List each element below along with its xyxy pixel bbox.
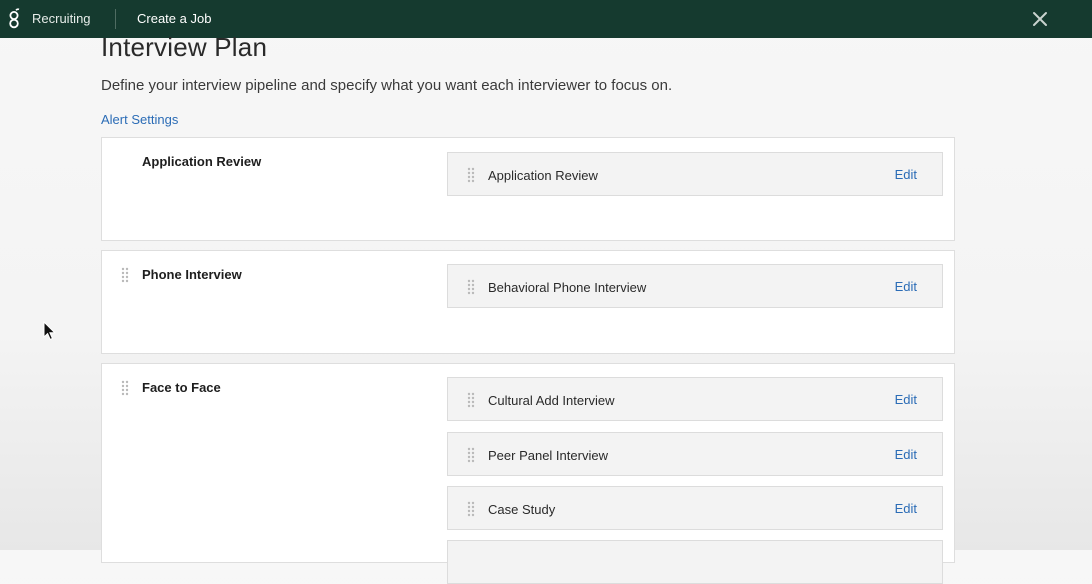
greenhouse-logo-icon[interactable] — [7, 7, 21, 29]
interview-item: Cultural Add Interview Edit — [447, 377, 943, 421]
drag-handle-icon[interactable] — [467, 392, 475, 408]
stage-name: Face to Face — [142, 380, 221, 395]
stage-application-review: Application Review Application Review Ed… — [101, 137, 955, 241]
topbar-divider — [115, 9, 116, 29]
edit-button[interactable]: Edit — [895, 392, 917, 407]
mouse-pointer-icon — [43, 321, 57, 341]
edit-button[interactable]: Edit — [895, 501, 917, 516]
interview-name: Application Review — [488, 168, 598, 183]
edit-button[interactable]: Edit — [895, 167, 917, 182]
page-subtitle: Define your interview pipeline and speci… — [101, 77, 673, 94]
drag-handle-icon[interactable] — [467, 501, 475, 517]
app-name[interactable]: Recruiting — [32, 11, 91, 26]
interview-item: Case Study Edit — [447, 486, 943, 530]
drag-handle-icon[interactable] — [121, 267, 129, 283]
interview-name: Case Study — [488, 502, 556, 517]
stage-name: Application Review — [142, 154, 262, 169]
edit-button[interactable]: Edit — [895, 279, 917, 294]
interview-item: Peer Panel Interview Edit — [447, 432, 943, 476]
drag-handle-icon[interactable] — [121, 380, 129, 396]
stage-face-to-face: Face to Face Cultural Add Interview Edit… — [101, 363, 955, 584]
interview-item: Behavioral Phone Interview Edit — [447, 264, 943, 308]
interview-name: Behavioral Phone Interview — [488, 280, 647, 295]
page-name: Create a Job — [137, 11, 212, 26]
edit-button[interactable]: Edit — [895, 447, 917, 462]
drag-handle-icon[interactable] — [467, 447, 475, 463]
drag-handle-icon[interactable] — [467, 279, 475, 295]
close-icon[interactable] — [1031, 10, 1049, 28]
alert-settings-link[interactable]: Alert Settings — [101, 112, 178, 127]
page-title: Interview Plan — [101, 32, 268, 62]
drag-handle-icon[interactable] — [467, 167, 475, 183]
interview-item — [447, 540, 943, 584]
interview-name: Cultural Add Interview — [488, 393, 615, 408]
stage-name: Phone Interview — [142, 267, 242, 282]
interview-name: Peer Panel Interview — [488, 448, 608, 463]
stage-phone-interview: Phone Interview Behavioral Phone Intervi… — [101, 250, 955, 354]
interview-item: Application Review Edit — [447, 152, 943, 196]
